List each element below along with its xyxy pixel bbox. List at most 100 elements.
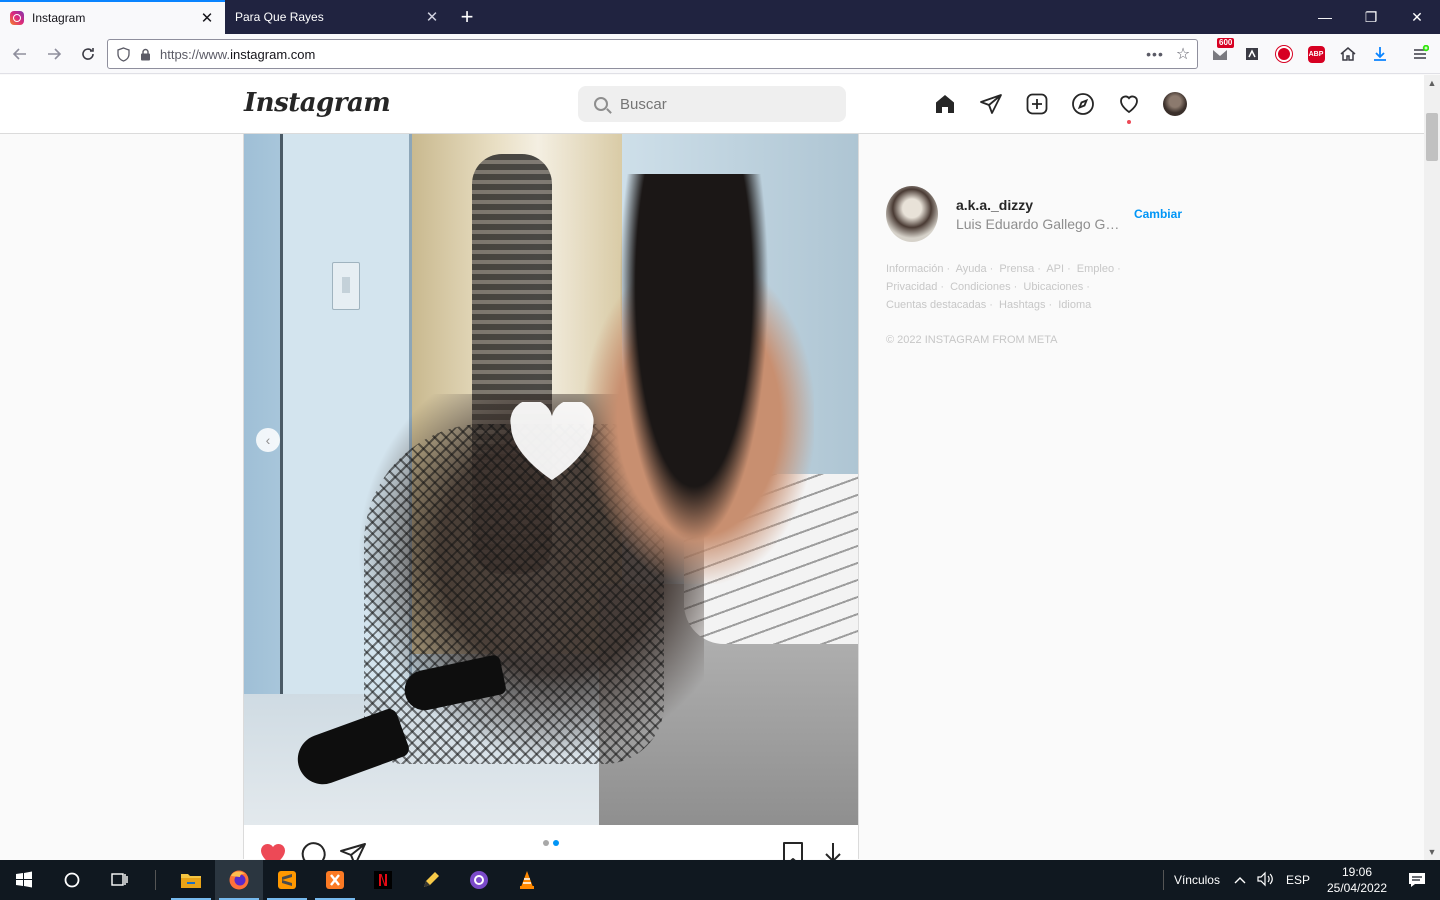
instagram-nav (922, 90, 1198, 124)
new-tab-button[interactable]: + (450, 0, 484, 34)
lock-icon[interactable] (136, 48, 154, 61)
cortana-search-icon[interactable] (48, 860, 96, 900)
reload-icon[interactable] (72, 38, 104, 70)
footer-link[interactable]: Condiciones (950, 281, 1011, 293)
direct-messages-icon[interactable] (968, 90, 1014, 118)
vlc-icon[interactable] (503, 860, 551, 900)
scroll-up-icon[interactable]: ▲ (1424, 75, 1440, 91)
xampp-icon[interactable] (311, 860, 359, 900)
account-full-name: Luis Eduardo Gallego Gar... (955, 215, 1126, 232)
taskbar-divider (155, 870, 156, 890)
instagram-header: Instagram (0, 75, 1424, 134)
url-prefix: https://www. (160, 46, 231, 62)
extension-adblock-icon[interactable]: ABP (1300, 34, 1332, 74)
tracking-shield-icon[interactable] (110, 46, 136, 62)
footer-link[interactable]: Hashtags (999, 299, 1045, 311)
back-icon[interactable] (4, 38, 36, 70)
right-sidebar: a.k.a._dizzy Luis Eduardo Gallego Gar...… (886, 186, 1182, 346)
account-username[interactable]: a.k.a._dizzy (956, 197, 1126, 213)
new-post-icon[interactable] (1014, 90, 1060, 118)
photo-light-switch (332, 262, 360, 310)
extension-gmail-notifier-icon[interactable]: 600 (1204, 34, 1236, 74)
footer-link[interactable]: Ayuda (956, 263, 987, 275)
footer-link[interactable]: Prensa (999, 263, 1034, 275)
taskbar-clock[interactable]: 19:06 25/04/2022 (1320, 864, 1394, 896)
downloads-icon[interactable] (1364, 34, 1396, 74)
restore-icon[interactable]: ❐ (1348, 0, 1394, 34)
window-controls: — ❐ ✕ (1302, 0, 1440, 34)
extension-puzzle-icon[interactable] (1236, 34, 1268, 74)
footer-link[interactable]: Cuentas destacadas (886, 299, 986, 311)
chevron-up-icon[interactable] (1234, 873, 1246, 887)
links-toolbar[interactable]: Vínculos (1174, 873, 1220, 887)
tab-label: Para Que Rayes (235, 10, 324, 24)
clock-date: 25/04/2022 (1326, 881, 1388, 895)
language-indicator[interactable]: ESP (1286, 873, 1310, 887)
avatar[interactable] (886, 186, 938, 242)
file-explorer-icon[interactable] (167, 860, 215, 900)
footer-link[interactable]: Ubicaciones (1023, 281, 1083, 293)
bookmark-star-icon[interactable]: ☆ (1169, 44, 1197, 64)
instagram-logo[interactable]: Instagram (244, 88, 391, 118)
tab-label: Instagram (32, 11, 86, 25)
footer-link[interactable]: Idioma (1058, 299, 1091, 311)
forward-icon[interactable] (38, 38, 70, 70)
url-text[interactable]: https://www.instagram.com (160, 47, 1141, 62)
instagram-favicon-icon (10, 11, 24, 25)
notification-dot (1127, 120, 1131, 124)
github-desktop-icon[interactable] (455, 860, 503, 900)
page-scrollbar[interactable]: ▲ ▼ (1424, 75, 1440, 860)
url-domain: instagram.com (230, 46, 316, 62)
scroll-down-icon[interactable]: ▼ (1424, 844, 1440, 860)
sublime-text-icon[interactable] (263, 860, 311, 900)
tray-divider (1162, 870, 1164, 890)
feed-post: ‹ (243, 134, 859, 868)
url-bar[interactable]: https://www.instagram.com ••• ☆ (107, 39, 1198, 69)
firefox-icon[interactable] (215, 860, 263, 900)
start-windows-icon[interactable] (0, 860, 48, 900)
account-names: a.k.a._dizzy Luis Eduardo Gallego Gar... (956, 197, 1126, 232)
tab-instagram[interactable]: Instagram ✕ (0, 0, 225, 34)
home-icon[interactable] (922, 90, 968, 118)
pencil-app-icon[interactable] (407, 860, 455, 900)
search-input[interactable] (620, 95, 820, 113)
page-actions-icon[interactable]: ••• (1141, 46, 1169, 62)
copyright: © 2022 INSTAGRAM FROM META (886, 334, 1058, 346)
post-photo[interactable]: ‹ (244, 134, 858, 825)
menu-icon[interactable] (1404, 34, 1436, 74)
extension-stop-icon[interactable] (1268, 34, 1300, 74)
explore-icon[interactable] (1060, 90, 1106, 118)
tab-close-icon[interactable]: ✕ (424, 9, 440, 25)
footer-link[interactable]: Empleo (1077, 263, 1114, 275)
window-close-icon[interactable]: ✕ (1394, 0, 1440, 34)
netflix-icon[interactable] (359, 860, 407, 900)
browser-navbar: https://www.instagram.com ••• ☆ 600 ABP (0, 34, 1440, 74)
tab-close-icon[interactable]: ✕ (199, 10, 215, 26)
search-box[interactable] (578, 86, 846, 122)
footer-link[interactable]: API (1046, 263, 1064, 275)
minimize-icon[interactable]: — (1302, 0, 1348, 34)
volume-icon[interactable] (1256, 871, 1274, 890)
tab-para-que-rayes[interactable]: Para Que Rayes ✕ (225, 0, 450, 34)
photo-figure-hair (619, 174, 769, 544)
footer-links: Información · Ayuda · Prensa · API · Empleo ·… (886, 263, 1121, 311)
task-view-icon[interactable] (96, 860, 144, 900)
current-account: a.k.a._dizzy Luis Eduardo Gallego Gar...… (886, 186, 1182, 242)
profile-avatar-button[interactable] (1152, 90, 1198, 118)
activity-heart-icon[interactable] (1106, 90, 1152, 124)
extension-badge: 600 (1217, 38, 1235, 48)
windows-taskbar: Vínculos ESP 19:06 25/04/2022 (0, 860, 1440, 900)
search-icon (594, 97, 608, 111)
double-tap-heart-icon (510, 402, 594, 480)
carousel-prev-button[interactable]: ‹ (256, 428, 280, 452)
footer-link[interactable]: Privacidad (886, 281, 937, 293)
footer-link[interactable]: Información (886, 263, 943, 275)
action-center-icon[interactable] (1394, 860, 1440, 900)
avatar (1163, 92, 1187, 116)
home-icon[interactable] (1332, 34, 1364, 74)
switch-account-button[interactable]: Cambiar (1134, 207, 1182, 221)
scroll-thumb[interactable] (1426, 113, 1438, 161)
extensions-area: 600 ABP (1204, 34, 1396, 74)
system-tray: Vínculos ESP 19:06 25/04/2022 (1162, 860, 1440, 900)
browser-tabstrip: Instagram ✕ Para Que Rayes ✕ + — ❐ ✕ (0, 0, 1440, 34)
